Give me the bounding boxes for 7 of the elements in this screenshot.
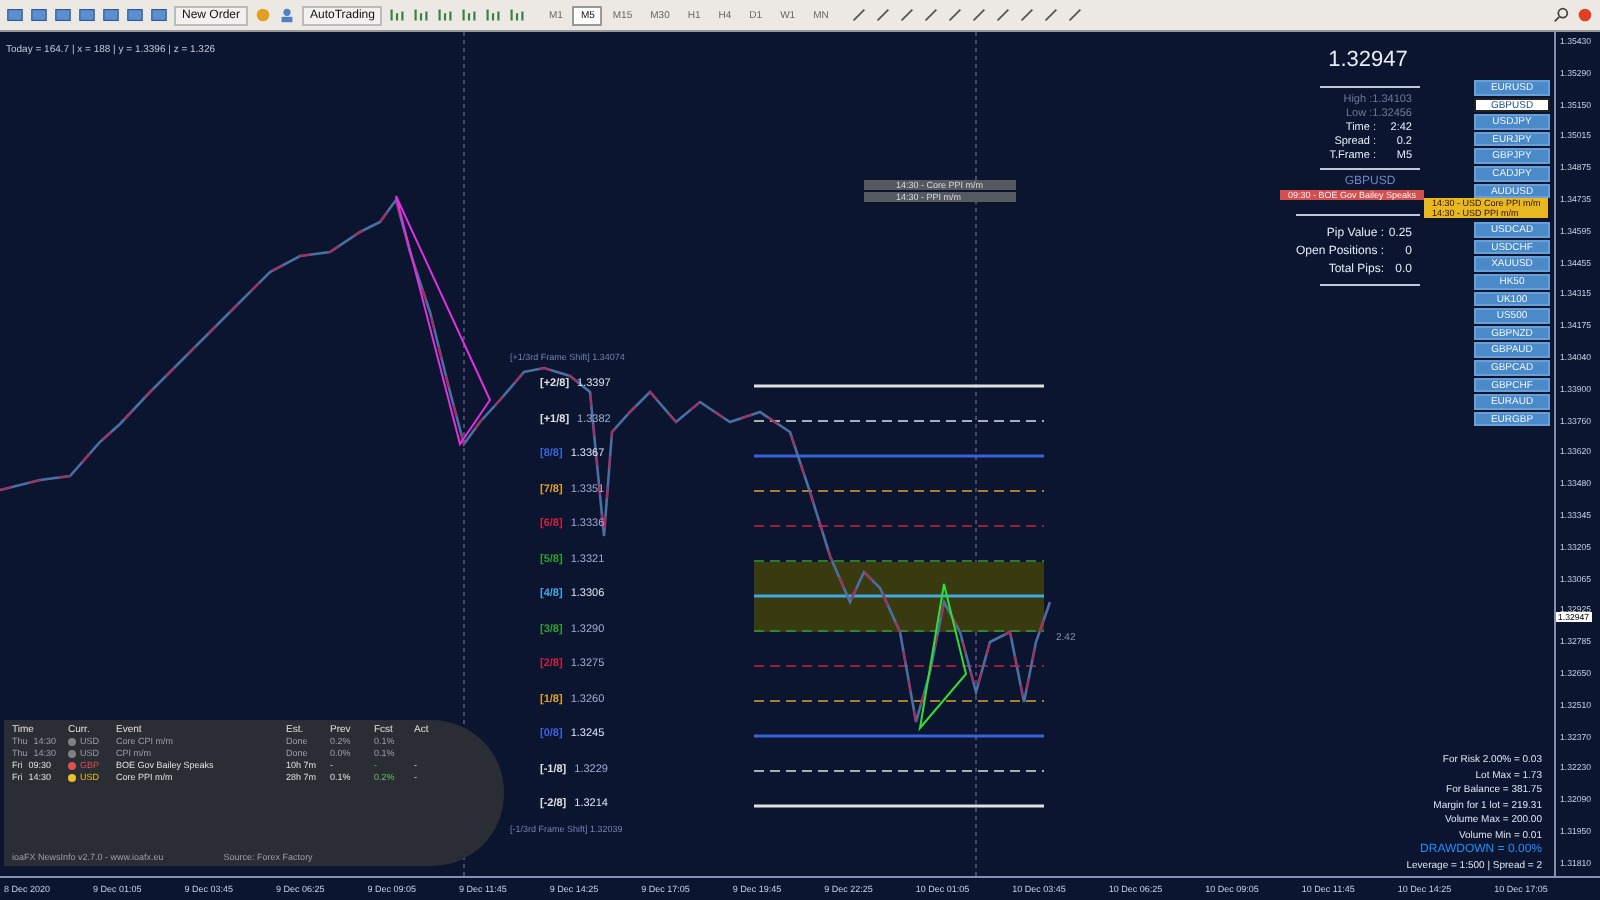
person-icon[interactable]	[278, 6, 297, 24]
trend-line-icon[interactable]	[946, 6, 965, 24]
bar-chart-icon[interactable]	[388, 6, 407, 24]
current-price: 1.32947	[1326, 46, 1410, 76]
window-icon[interactable]	[30, 6, 48, 24]
search-icon[interactable]	[1552, 6, 1570, 24]
alert-icon[interactable]	[1576, 6, 1594, 24]
